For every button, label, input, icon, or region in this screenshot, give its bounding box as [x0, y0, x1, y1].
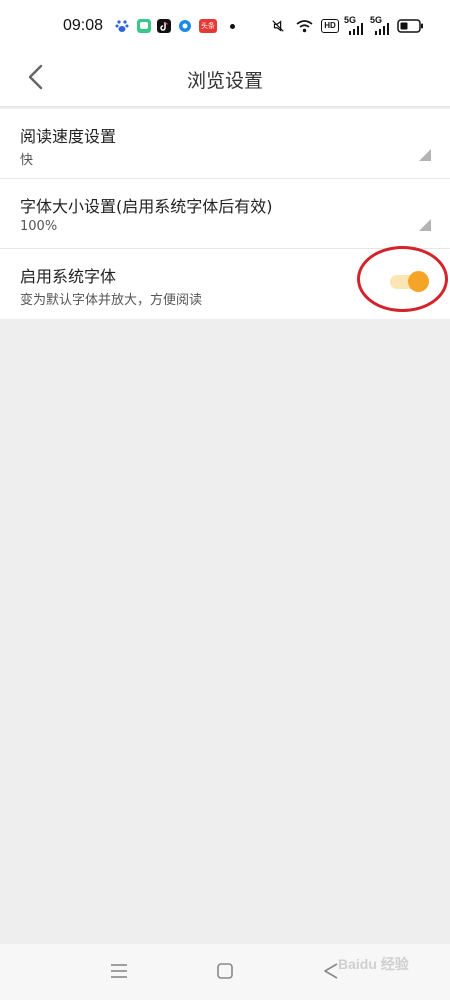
menu-icon [111, 964, 127, 978]
dropdown-corner-icon [419, 219, 431, 231]
reading-speed-setting[interactable]: 阅读速度设置 快 [0, 109, 450, 179]
baidu-icon [115, 20, 129, 32]
system-font-toggle[interactable] [388, 270, 430, 294]
tiktok-icon [157, 19, 171, 33]
setting-title: 字体大小设置(启用系统字体后有效) [20, 197, 273, 216]
font-size-setting[interactable]: 字体大小设置(启用系统字体后有效) 100% [0, 179, 450, 249]
page-title: 浏览设置 [186, 70, 263, 92]
hd-badge: HD [321, 19, 339, 33]
home-button[interactable] [214, 960, 236, 982]
toggle-knob [408, 271, 429, 292]
setting-title: 阅读速度设置 [20, 127, 117, 146]
dropdown-corner-icon [419, 149, 431, 161]
wechat-icon [137, 19, 151, 33]
signal-5g-icon: 5G [344, 15, 364, 35]
setting-title: 启用系统字体 [20, 267, 117, 286]
nav-bar: 浏览设置 [0, 52, 450, 107]
setting-value: 100% [20, 219, 58, 234]
news-app-icon: 头条 [199, 19, 217, 33]
status-bar: 09:08 头条 HD 5G 5G [0, 0, 450, 52]
hd-badge-label: HD [324, 21, 336, 30]
system-font-setting: 启用系统字体 变为默认字体并放大，方便阅读 [0, 249, 450, 319]
setting-subtitle: 变为默认字体并放大，方便阅读 [20, 293, 203, 308]
notification-dot [230, 24, 235, 29]
wifi-icon [296, 20, 313, 33]
mute-icon [272, 20, 284, 32]
signal-5g-icon: 5G [370, 15, 390, 35]
home-icon [217, 963, 233, 979]
setting-value: 快 [20, 153, 34, 168]
news-app-label: 头条 [201, 21, 215, 30]
settings-list: 阅读速度设置 快 字体大小设置(启用系统字体后有效) 100% 启用系统字体 变… [0, 109, 450, 319]
battery-icon [397, 19, 423, 33]
status-time: 09:08 [63, 17, 104, 34]
menu-button[interactable] [108, 960, 130, 982]
maps-icon [179, 20, 191, 32]
watermark: Baidu 经验 [338, 956, 409, 972]
